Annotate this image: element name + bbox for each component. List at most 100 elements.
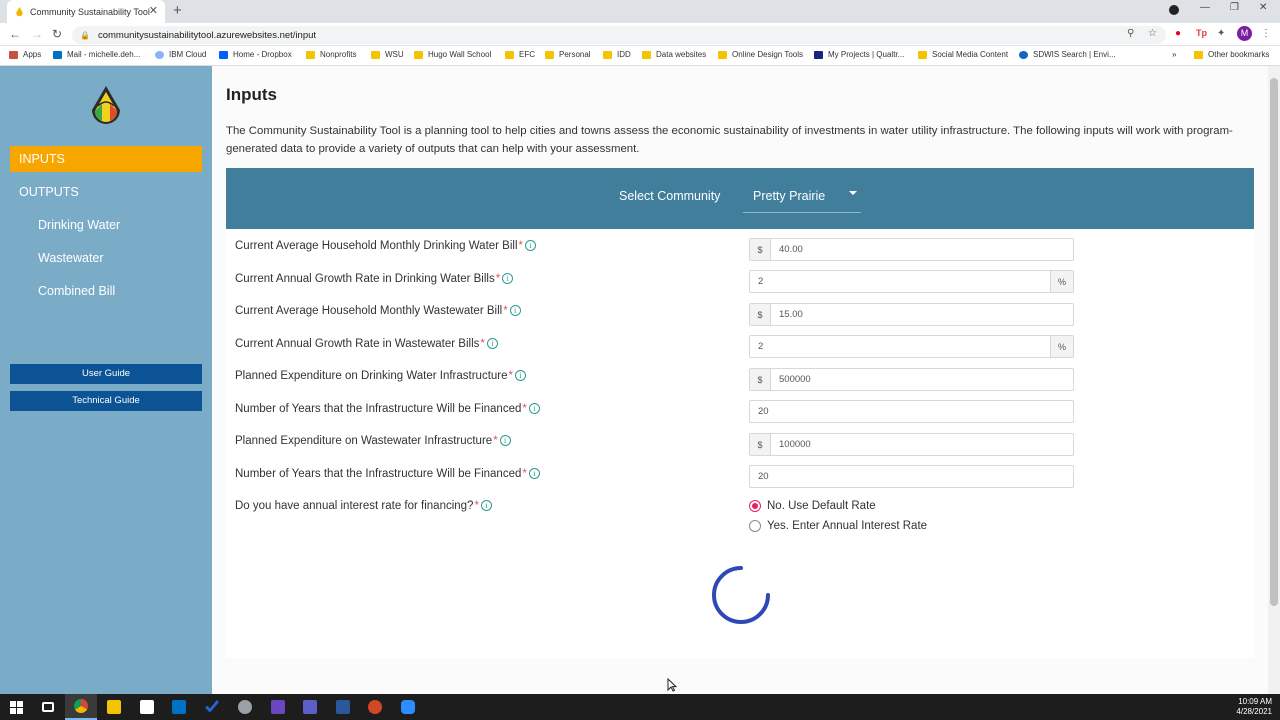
input-value[interactable]: 20 xyxy=(750,401,1073,422)
input-value[interactable]: 40.00 xyxy=(771,239,1073,260)
nav-inputs[interactable]: INPUTS xyxy=(10,146,202,172)
todo-icon[interactable] xyxy=(196,694,228,720)
info-icon[interactable]: i xyxy=(499,435,511,446)
scroll-thumb[interactable] xyxy=(1270,78,1278,606)
field-label: Planned Expenditure on Wastewater Infras… xyxy=(235,435,511,447)
new-tab-button[interactable]: + xyxy=(173,2,182,19)
windows-start-icon[interactable] xyxy=(0,694,32,720)
info-icon[interactable]: i xyxy=(515,370,527,381)
back-icon[interactable]: ← xyxy=(9,27,21,41)
drinking-water-bill-input[interactable]: $40.00 xyxy=(749,238,1074,261)
app-icon[interactable] xyxy=(262,694,294,720)
bookmark-item[interactable]: EFC xyxy=(505,50,535,59)
field-label: Current Annual Growth Rate in Drinking W… xyxy=(235,273,514,285)
wastewater-expenditure-input[interactable]: $100000 xyxy=(749,433,1074,456)
window-close-icon[interactable]: ✕ xyxy=(1259,2,1267,13)
info-icon[interactable]: i xyxy=(509,305,521,316)
taskbar-clock[interactable]: 10:09 AM 4/28/2021 xyxy=(1236,697,1272,717)
info-icon[interactable]: i xyxy=(502,273,514,284)
radio-default-rate[interactable]: No. Use Default Rate xyxy=(749,500,876,512)
wastewater-years-input[interactable]: 20 xyxy=(749,465,1074,488)
forward-icon[interactable]: → xyxy=(31,27,43,41)
bookmark-item[interactable]: Online Design Tools xyxy=(718,50,803,59)
bookmark-item[interactable]: IDD xyxy=(603,50,631,59)
dollar-prefix: $ xyxy=(750,434,771,455)
extensions-puzzle-icon[interactable]: ✦ xyxy=(1217,28,1225,39)
address-bar[interactable]: 🔒 communitysustainabilitytool.azurewebsi… xyxy=(72,26,1166,44)
browser-tab[interactable]: Community Sustainability Tool ✕ xyxy=(7,0,165,23)
store-icon[interactable] xyxy=(131,694,163,720)
input-value[interactable]: 100000 xyxy=(771,434,1073,455)
minimize-icon[interactable]: — xyxy=(1200,2,1210,13)
powerpoint-icon[interactable] xyxy=(359,694,391,720)
bookmark-item[interactable]: Data websites xyxy=(642,50,706,59)
bookmark-item[interactable]: WSU xyxy=(371,50,404,59)
info-icon[interactable]: i xyxy=(528,468,540,479)
profile-avatar[interactable]: M xyxy=(1237,26,1252,41)
reload-icon[interactable]: ↻ xyxy=(52,27,62,41)
technical-guide-button[interactable]: Technical Guide xyxy=(10,391,202,411)
wastewater-growth-input[interactable]: 2% xyxy=(749,335,1074,358)
nav-combined-bill[interactable]: Combined Bill xyxy=(38,284,115,298)
pinterest-extension-icon[interactable]: ● xyxy=(1175,28,1181,39)
input-value[interactable]: 20 xyxy=(750,466,1073,487)
bookmark-other[interactable]: Other bookmarks xyxy=(1194,50,1269,59)
nav-wastewater[interactable]: Wastewater xyxy=(38,251,104,265)
zoom-icon[interactable] xyxy=(392,694,424,720)
bookmark-item[interactable]: Nonprofits xyxy=(306,50,356,59)
dropbox-icon xyxy=(219,50,228,59)
chrome-taskbar-icon[interactable] xyxy=(65,694,97,720)
drinking-water-expenditure-input[interactable]: $500000 xyxy=(749,368,1074,391)
tab-search-icon[interactable] xyxy=(1169,5,1179,15)
radio-checked-icon[interactable] xyxy=(749,500,761,512)
app-icon[interactable] xyxy=(229,694,261,720)
browser-menu-icon[interactable]: ⋮ xyxy=(1261,28,1271,39)
extension-tp-icon[interactable]: Tp xyxy=(1196,28,1207,38)
input-value[interactable]: 2 xyxy=(750,336,1050,357)
page-scrollbar[interactable] xyxy=(1268,66,1280,694)
bookmark-item[interactable]: Personal xyxy=(545,50,591,59)
bookmark-item[interactable]: Mail - michelle.deh... xyxy=(53,50,140,59)
file-explorer-icon[interactable] xyxy=(98,694,130,720)
bookmark-item[interactable]: My Projects | Qualtr... xyxy=(814,50,904,59)
community-select[interactable]: Pretty Prairie xyxy=(743,180,861,213)
task-view-icon[interactable] xyxy=(32,694,64,720)
info-icon[interactable]: i xyxy=(525,240,537,251)
teams-icon[interactable] xyxy=(294,694,326,720)
bookmark-item[interactable]: Hugo Wall School xyxy=(414,50,491,59)
community-value: Pretty Prairie xyxy=(753,189,826,203)
bookmark-star-icon[interactable]: ☆ xyxy=(1148,28,1157,39)
word-icon[interactable] xyxy=(327,694,359,720)
bookmark-item[interactable]: SDWIS Search | Envi... xyxy=(1019,50,1116,59)
wastewater-bill-input[interactable]: $15.00 xyxy=(749,303,1074,326)
outlook-taskbar-icon[interactable] xyxy=(163,694,195,720)
folder-icon xyxy=(603,50,612,59)
cloud-icon xyxy=(155,50,164,59)
input-value[interactable]: 2 xyxy=(750,271,1050,292)
folder-icon xyxy=(414,50,423,59)
bookmark-apps[interactable]: Apps xyxy=(9,50,41,59)
nav-drinking-water[interactable]: Drinking Water xyxy=(38,218,120,232)
loading-spinner-icon xyxy=(712,566,770,624)
folder-icon xyxy=(718,50,727,59)
radio-unchecked-icon[interactable] xyxy=(749,520,761,532)
input-value[interactable]: 15.00 xyxy=(771,304,1073,325)
nav-outputs[interactable]: OUTPUTS xyxy=(19,185,79,199)
zoom-search-icon[interactable]: ⚲ xyxy=(1127,28,1134,39)
bookmark-item[interactable]: Social Media Content xyxy=(918,50,1008,59)
info-icon[interactable]: i xyxy=(486,338,498,349)
bookmark-item[interactable]: Home - Dropbox xyxy=(219,50,292,59)
info-icon[interactable]: i xyxy=(528,403,540,414)
bookmark-item[interactable]: IBM Cloud xyxy=(155,50,206,59)
user-guide-button[interactable]: User Guide xyxy=(10,364,202,384)
drinking-water-years-input[interactable]: 20 xyxy=(749,400,1074,423)
restore-icon[interactable]: ❐ xyxy=(1230,2,1239,13)
bookmarks-overflow-icon[interactable]: » xyxy=(1172,50,1176,59)
input-value[interactable]: 500000 xyxy=(771,369,1073,390)
drinking-water-growth-input[interactable]: 2% xyxy=(749,270,1074,293)
radio-enter-rate[interactable]: Yes. Enter Annual Interest Rate xyxy=(749,520,927,532)
taskbar: 10:09 AM 4/28/2021 xyxy=(0,694,1280,720)
tab-close-icon[interactable]: ✕ xyxy=(149,4,158,17)
info-icon[interactable]: i xyxy=(480,500,492,511)
folder-icon xyxy=(505,50,514,59)
